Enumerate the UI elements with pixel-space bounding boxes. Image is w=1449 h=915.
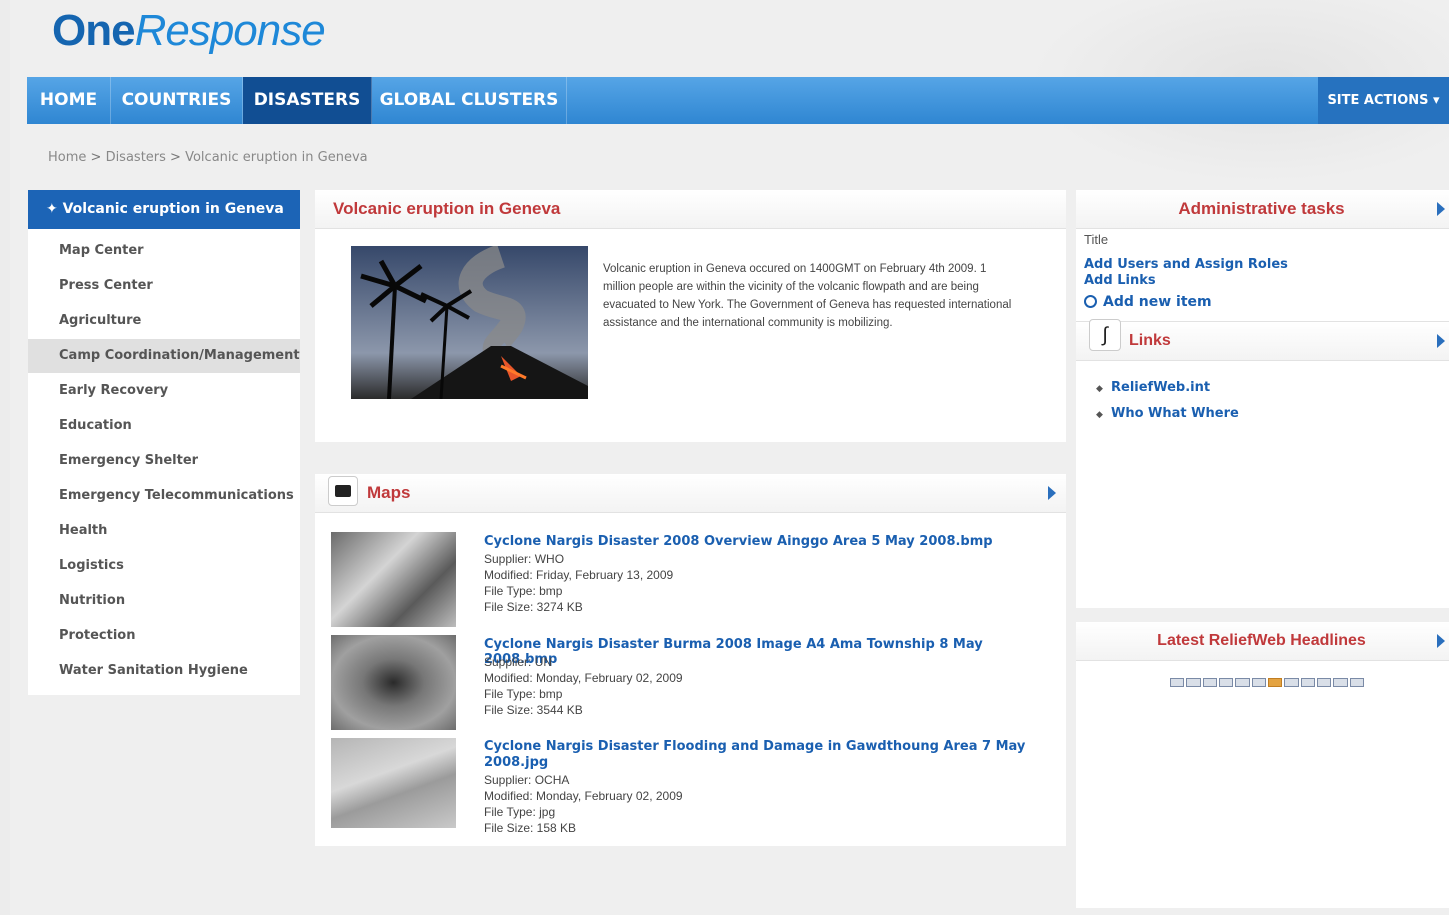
left-nav-protection[interactable]: Protection [28,619,300,653]
add-new-item-label: Add new item [1103,294,1212,310]
pager-segment[interactable] [1235,678,1250,687]
event-description: Volcanic eruption in Geneva occured on 1… [603,263,1012,329]
left-nav-water-sanitation-hygiene[interactable]: Water Sanitation Hygiene [28,654,300,688]
links-chain-icon: ∫ [1089,319,1121,351]
onerespone-logo[interactable]: OneResponse [52,6,326,56]
logo-one: One [52,6,136,55]
pager-segment[interactable] [1170,678,1185,687]
site-actions-menu[interactable]: SITE ACTIONS ▾ [1318,77,1449,124]
maps-expand-arrow-icon[interactable] [1048,486,1056,500]
left-nav-emergency-telecommunications[interactable]: Emergency Telecommunications [28,479,300,513]
breadcrumb: Home > Disasters > Volcanic eruption in … [48,150,368,165]
breadcrumb-current: Volcanic eruption in Geneva [185,150,368,165]
pager-segment[interactable] [1218,678,1234,687]
links-item-label: ReliefWeb.int [1111,380,1211,395]
map-file-size: File Size: 158 KB [484,821,577,835]
add-users-link[interactable]: Add Users and Assign Roles [1084,257,1288,272]
pager-segment[interactable] [1333,678,1348,687]
headlines-pager[interactable] [1170,678,1364,687]
pager-segment[interactable] [1349,678,1364,687]
map-modified: Modified: Friday, February 13, 2009 [484,568,674,582]
left-nav-nutrition[interactable]: Nutrition [28,584,300,618]
pager-segment[interactable] [1284,678,1299,687]
maps-title: Maps [367,483,411,502]
nav-home[interactable]: HOME [27,77,111,124]
map-supplier: Supplier: UN [484,655,553,669]
map-thumbnail[interactable] [331,738,456,828]
links-title: Links [1129,332,1171,349]
pager-segment[interactable] [1267,678,1283,687]
nav-global-clusters[interactable]: GLOBAL CLUSTERS [372,77,567,124]
left-nav-press-center[interactable]: Press Center [28,269,300,303]
left-nav-map-center[interactable]: Map Center [28,234,300,268]
map-modified: Modified: Monday, February 02, 2009 [484,671,683,685]
map-link[interactable]: Cyclone Nargis Disaster Flooding and Dam… [484,739,1044,771]
left-nav-logistics[interactable]: Logistics [28,549,300,583]
admin-links-panel: Administrative tasks Title Add Users and… [1076,190,1449,608]
admin-panel-header: Administrative tasks [1076,190,1449,229]
pager-segment[interactable] [1316,678,1332,687]
left-nav-emergency-shelter[interactable]: Emergency Shelter [28,444,300,478]
pager-segment[interactable] [1300,678,1315,687]
map-item: Cyclone Nargis Disaster 2008 Overview Ai… [315,532,1075,632]
headlines-title: Latest ReliefWeb Headlines [1157,632,1366,649]
admin-title: Administrative tasks [1178,199,1345,218]
left-nav-camp-coordination[interactable]: Camp Coordination/Management [28,339,300,373]
breadcrumb-home[interactable]: Home [48,150,86,165]
add-item-icon [1084,295,1097,308]
left-nav-early-recovery[interactable]: Early Recovery [28,374,300,408]
admin-expand-arrow-icon[interactable] [1437,202,1445,216]
bullet-icon: ◆ [1096,384,1103,394]
add-new-item-link[interactable]: Add new item [1084,294,1212,310]
pager-segment[interactable] [1251,678,1266,687]
maps-panel: Maps Cyclone Nargis Disaster 2008 Overvi… [315,474,1066,846]
map-file-size: File Size: 3274 KB [484,600,583,614]
add-links-link[interactable]: Add Links [1084,273,1156,288]
map-item: Cyclone Nargis Disaster Flooding and Dam… [315,738,1075,838]
left-nav-header[interactable]: ✦ Volcanic eruption in Geneva [28,190,300,229]
map-item: Cyclone Nargis Disaster Burma 2008 Image… [315,635,1075,735]
map-link[interactable]: Cyclone Nargis Disaster Burma 2008 Image… [484,637,1044,667]
maps-icon [328,476,358,506]
map-supplier: Supplier: WHO [484,552,565,566]
nav-disasters[interactable]: DISASTERS [243,77,372,124]
map-modified: Modified: Monday, February 02, 2009 [484,789,683,803]
maps-panel-header: Maps [315,474,1066,513]
links-panel-header: ∫ Links [1076,319,1449,361]
event-panel: Volcanic eruption in Geneva Volcanic eru… [315,190,1066,442]
map-thumbnail[interactable] [331,635,456,730]
left-nav-agriculture[interactable]: Agriculture [28,304,300,338]
map-file-size: File Size: 3544 KB [484,703,583,717]
links-expand-arrow-icon[interactable] [1437,334,1445,348]
map-file-type: File Type: jpg [484,805,556,819]
left-nav-health[interactable]: Health [28,514,300,548]
bullet-icon: ◆ [1096,410,1103,420]
links-item-label: Who What Where [1111,406,1239,421]
breadcrumb-disasters[interactable]: Disasters [106,150,166,165]
logo-response: Response [134,6,326,55]
map-file-type: File Type: bmp [484,584,563,598]
pager-segment[interactable] [1202,678,1217,687]
event-title: Volcanic eruption in Geneva [333,199,561,218]
left-nav-education[interactable]: Education [28,409,300,443]
nav-countries[interactable]: COUNTRIES [111,77,243,124]
map-supplier: Supplier: OCHA [484,773,570,787]
page: OneResponse HOME COUNTRIES DISASTERS GLO… [10,0,1449,915]
headlines-panel: Latest ReliefWeb Headlines [1076,622,1449,908]
headlines-expand-arrow-icon[interactable] [1437,634,1445,648]
event-panel-header: Volcanic eruption in Geneva [315,190,1066,229]
top-navigation: HOME COUNTRIES DISASTERS GLOBAL CLUSTERS… [27,77,1449,124]
links-item-reliefweb[interactable]: ◆ ReliefWeb.int [1096,380,1210,395]
volcano-illustration [351,246,588,399]
map-file-type: File Type: bmp [484,687,563,701]
volcano-image [351,246,588,399]
headlines-panel-header: Latest ReliefWeb Headlines [1076,622,1449,661]
links-item-who-what-where[interactable]: ◆ Who What Where [1096,406,1239,421]
left-navigation: ✦ Volcanic eruption in Geneva Map Center… [28,190,300,695]
pager-segment[interactable] [1186,678,1201,687]
map-thumbnail[interactable] [331,532,456,627]
admin-title-label: Title [1084,232,1109,247]
map-link[interactable]: Cyclone Nargis Disaster 2008 Overview Ai… [484,534,1044,549]
